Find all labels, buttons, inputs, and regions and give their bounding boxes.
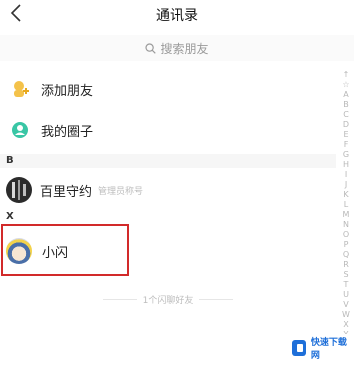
index-letter[interactable]: C — [343, 110, 349, 120]
friend-count: 1个闪聊好友 — [0, 292, 336, 306]
index-letter[interactable]: B — [343, 100, 349, 110]
friend-count-text: 1个闪聊好友 — [142, 295, 194, 306]
section-header-b: B — [0, 154, 336, 168]
index-letter[interactable]: K — [343, 190, 348, 200]
search-icon — [145, 42, 157, 54]
index-letter[interactable]: A — [343, 90, 348, 100]
watermark-logo-icon — [292, 340, 306, 356]
menu-item-my-circle[interactable]: 我的圈子 — [0, 115, 336, 145]
index-letter[interactable]: E — [343, 130, 348, 140]
index-letter[interactable]: N — [343, 220, 349, 230]
index-letter[interactable]: G — [343, 150, 349, 160]
contact-row[interactable]: 百里守约 管理员称号 — [0, 174, 336, 206]
search-field[interactable]: 搜索朋友 — [0, 35, 354, 61]
index-letter[interactable]: Q — [343, 250, 349, 260]
contact-name: 百里守约 — [40, 184, 93, 200]
menu-item-label: 我的圈子 — [41, 124, 94, 140]
section-header-x: X — [0, 212, 336, 222]
avatar — [6, 177, 32, 203]
divider — [199, 298, 234, 300]
alphabet-index[interactable]: ↑☆ABCDEFGHIJKLMNOPQRSTUVWXYZ# — [340, 70, 352, 359]
menu-item-label: 添加朋友 — [41, 83, 94, 99]
index-letter[interactable]: W — [342, 310, 350, 320]
divider — [102, 298, 137, 300]
circle-icon — [9, 119, 31, 141]
index-letter[interactable]: J — [345, 180, 347, 190]
top-bar: 通讯录 — [0, 0, 354, 30]
index-letter[interactable]: M — [343, 210, 350, 220]
index-letter[interactable]: P — [344, 240, 349, 250]
add-friend-icon — [9, 78, 31, 100]
index-letter[interactable]: R — [343, 260, 349, 270]
index-letter[interactable]: H — [343, 160, 349, 170]
index-letter[interactable]: U — [343, 290, 349, 300]
index-letter[interactable]: ☆ — [342, 80, 349, 90]
index-letter[interactable]: O — [343, 230, 349, 240]
index-letter[interactable]: X — [343, 320, 348, 330]
menu-item-add-friend[interactable]: 添加朋友 — [0, 74, 336, 104]
contact-subtitle: 管理员称号 — [98, 186, 144, 197]
index-letter[interactable]: D — [343, 120, 349, 130]
index-letter[interactable]: I — [345, 170, 347, 180]
highlight-box — [1, 224, 129, 276]
index-letter[interactable]: F — [344, 140, 349, 150]
chevron-left-icon — [10, 4, 21, 22]
index-letter[interactable]: ↑ — [343, 70, 350, 80]
watermark-text: 快速下载网 — [310, 338, 347, 361]
page-title: 通讯录 — [156, 8, 198, 24]
index-letter[interactable]: T — [344, 280, 349, 290]
index-letter[interactable]: V — [343, 300, 348, 310]
index-letter[interactable]: L — [344, 200, 348, 210]
back-button[interactable] — [6, 2, 26, 24]
search-placeholder: 搜索朋友 — [160, 41, 209, 56]
index-letter[interactable]: S — [343, 270, 348, 280]
watermark: 快速下载网 — [286, 334, 350, 362]
